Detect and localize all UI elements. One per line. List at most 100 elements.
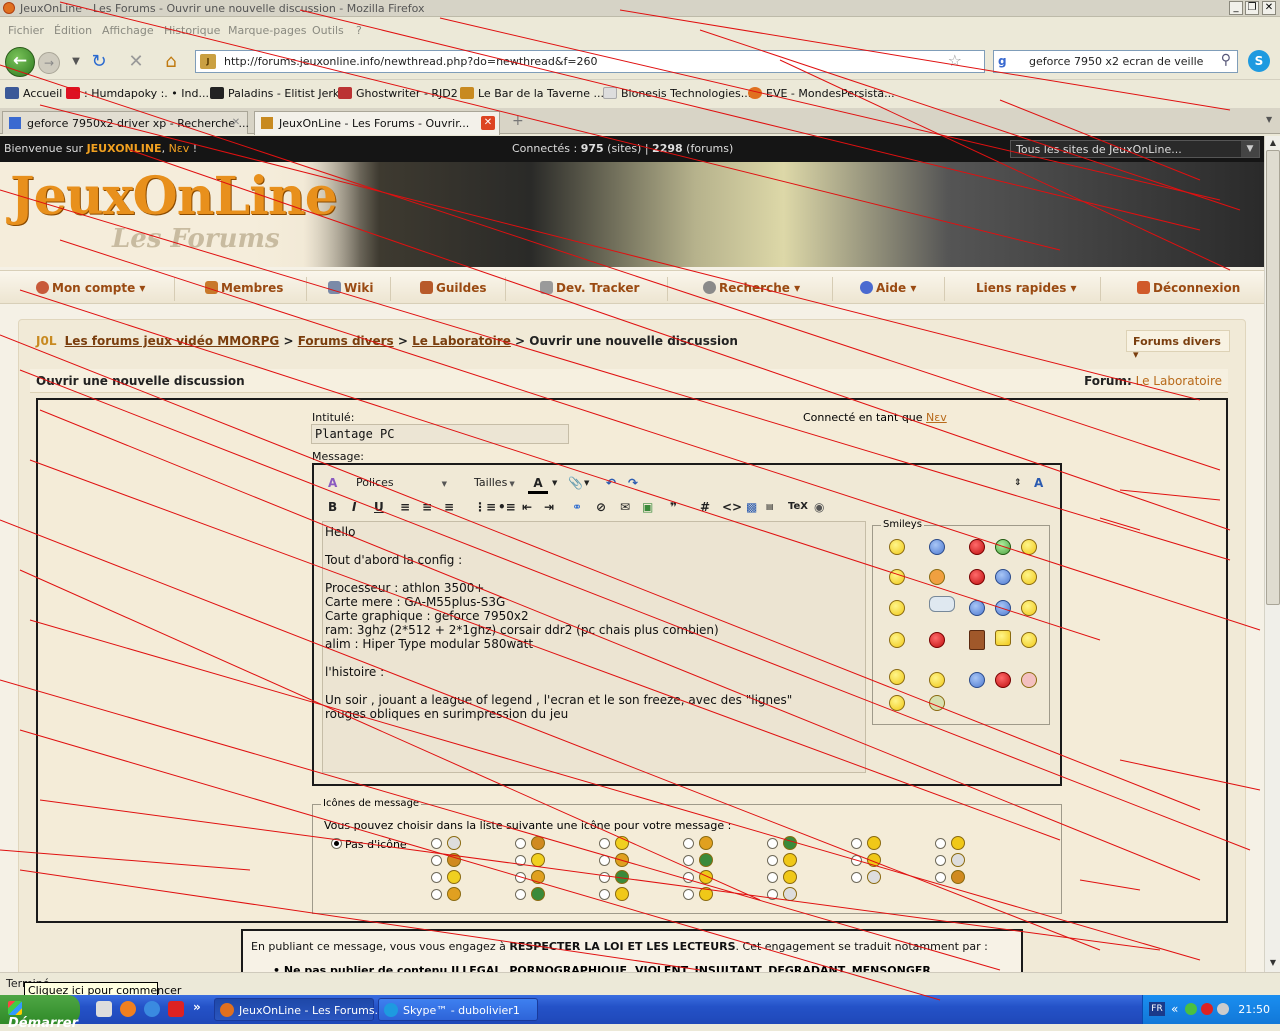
- php-code-icon[interactable]: ▩: [746, 499, 757, 515]
- bookmark-bar-taverne[interactable]: Le Bar de la Taverne ...: [460, 87, 604, 100]
- message-icon-radio[interactable]: [515, 872, 526, 883]
- language-indicator[interactable]: FR: [1149, 1002, 1165, 1016]
- tray-expand-icon[interactable]: «: [1171, 1002, 1178, 1016]
- insert-image-icon[interactable]: ▣: [642, 499, 653, 515]
- font-select[interactable]: Polices ▼: [354, 474, 464, 492]
- align-left-icon[interactable]: ≡: [400, 499, 410, 515]
- bookmark-star-icon[interactable]: ☆: [948, 51, 962, 70]
- chevron-down-icon[interactable]: ▼: [552, 475, 557, 491]
- smiley-think-icon[interactable]: [969, 672, 985, 688]
- smiley-sleep-icon[interactable]: [995, 600, 1011, 616]
- smiley-rolleyes-icon[interactable]: [995, 569, 1011, 585]
- smiley-happy-icon[interactable]: [929, 672, 945, 688]
- menu-historique[interactable]: Historique: [164, 24, 220, 37]
- breadcrumb-link-forums-divers[interactable]: Forums divers: [298, 334, 394, 348]
- message-icon-radio[interactable]: [431, 855, 442, 866]
- video-icon[interactable]: ◉: [814, 499, 824, 515]
- redo-icon[interactable]: ↷: [628, 475, 638, 491]
- smiley-mad-icon[interactable]: [969, 539, 985, 555]
- menu-liens-rapides[interactable]: Liens rapides ▾: [976, 281, 1077, 295]
- tab-google-search[interactable]: geforce 7950x2 driver xp - Recherche ...…: [2, 111, 249, 134]
- taskbar-skype[interactable]: Skype™ - dubolivier1: [378, 998, 538, 1021]
- jol-logo-text[interactable]: JEUXONLINE: [87, 142, 162, 155]
- tab-list-icon[interactable]: ▼: [1266, 115, 1272, 124]
- window-titlebar[interactable]: JeuxOnLine - Les Forums - Ouvrir une nou…: [0, 0, 1280, 17]
- message-icon-radio[interactable]: [431, 838, 442, 849]
- message-icon-radio[interactable]: [683, 855, 694, 866]
- menu-recherche[interactable]: Recherche ▾: [703, 281, 800, 295]
- bold-icon[interactable]: B: [328, 499, 337, 515]
- stop-icon[interactable]: ✕: [125, 51, 147, 73]
- minimize-button[interactable]: _: [1229, 1, 1243, 15]
- smiley-cry-icon[interactable]: [969, 600, 985, 616]
- sites-select[interactable]: Tous les sites de JeuxOnLine... ▼: [1010, 140, 1260, 158]
- home-icon[interactable]: ⌂: [160, 51, 182, 73]
- bookmark-accueil[interactable]: Accueil: [5, 87, 62, 100]
- no-icon-radio[interactable]: [331, 838, 342, 849]
- smiley-graduate-icon[interactable]: [995, 630, 1011, 646]
- underline-icon[interactable]: U: [374, 499, 384, 515]
- message-icon-radio[interactable]: [683, 872, 694, 883]
- message-icon-radio[interactable]: [767, 838, 778, 849]
- menu-fichier[interactable]: Fichier: [8, 24, 44, 37]
- message-icon-radio[interactable]: [935, 872, 946, 883]
- search-icon[interactable]: ⚲: [1221, 52, 1231, 68]
- smiley-sad-icon[interactable]: [929, 539, 945, 555]
- smiley-smile2-icon[interactable]: [1021, 632, 1037, 648]
- paperclip-icon[interactable]: 📎: [568, 475, 583, 491]
- switch-mode-icon[interactable]: A: [1034, 475, 1043, 491]
- scroll-thumb[interactable]: [1266, 150, 1280, 605]
- message-icon-radio[interactable]: [767, 872, 778, 883]
- close-tab-icon[interactable]: ✕: [481, 116, 495, 130]
- message-icon-radio[interactable]: [431, 872, 442, 883]
- forum-link[interactable]: Le Laboratoire: [1136, 374, 1222, 388]
- smiley-angel-icon[interactable]: [929, 596, 955, 612]
- align-center-icon[interactable]: ≡: [422, 499, 432, 515]
- smiley-eek-icon[interactable]: [889, 600, 905, 616]
- message-icon-radio[interactable]: [599, 838, 610, 849]
- chevron-down-icon[interactable]: ▼: [1241, 141, 1259, 157]
- smiley-icon[interactable]: [889, 539, 905, 555]
- search-input[interactable]: geforce 7950 x2 ecran de veille: [1029, 55, 1203, 68]
- menu-affichage[interactable]: Affichage: [102, 24, 154, 37]
- close-tab-icon[interactable]: ✕: [229, 116, 243, 130]
- bookmark-bionesis[interactable]: Bionesis Technologies...: [603, 87, 751, 100]
- address-bar[interactable]: J http://forums.jeuxonline.info/newthrea…: [195, 50, 985, 73]
- menu-wiki[interactable]: Wiki: [328, 281, 373, 295]
- back-arrow-icon[interactable]: ←: [5, 47, 35, 77]
- message-icon-radio[interactable]: [851, 855, 862, 866]
- bookmark-paladins[interactable]: Paladins - Elitist Jerks: [210, 87, 345, 100]
- indent-icon[interactable]: ⇥: [544, 499, 554, 515]
- message-textarea[interactable]: Hello Tout d'abord la config : Processeu…: [322, 521, 866, 773]
- search-box[interactable]: g geforce 7950 x2 ecran de veille ⚲: [993, 50, 1238, 73]
- reload-icon[interactable]: ↻: [88, 51, 110, 73]
- size-select[interactable]: Tailles ▼: [472, 474, 516, 492]
- quote-icon[interactable]: ❞: [670, 499, 677, 515]
- menu-marque-pages[interactable]: Marque-pages: [228, 24, 306, 37]
- message-icon-radio[interactable]: [515, 889, 526, 900]
- banner-logo[interactable]: JeuxOnLine: [10, 166, 338, 227]
- skype-icon[interactable]: S: [1248, 50, 1270, 72]
- italic-icon[interactable]: I: [352, 499, 356, 515]
- quicklaunch-vlc-icon[interactable]: [120, 1001, 136, 1017]
- title-input[interactable]: Plantage PC: [311, 424, 569, 444]
- unordered-list-icon[interactable]: •≡: [498, 499, 516, 515]
- message-icon-radio[interactable]: [599, 889, 610, 900]
- chevron-down-icon[interactable]: ▼: [584, 475, 589, 491]
- message-icon-radio[interactable]: [683, 838, 694, 849]
- message-icon-radio[interactable]: [935, 855, 946, 866]
- message-icon-radio[interactable]: [851, 872, 862, 883]
- menu-mon-compte[interactable]: Mon compte ▾: [36, 281, 145, 295]
- address-bar-url[interactable]: http://forums.jeuxonline.info/newthread.…: [224, 55, 598, 68]
- smiley-sick-icon[interactable]: [929, 695, 945, 711]
- jol-small-logo[interactable]: J0L: [36, 334, 56, 348]
- bookmark-eve[interactable]: EVE - MondesPersista...: [748, 87, 895, 100]
- tex-icon[interactable]: TeX: [788, 499, 808, 515]
- forward-arrow-icon[interactable]: →: [38, 52, 60, 74]
- tray-volume-icon[interactable]: [1217, 1003, 1229, 1015]
- menu-membres[interactable]: Membres: [205, 281, 283, 295]
- welcome-username[interactable]: Nεv: [169, 142, 190, 155]
- forums-divers-dropdown[interactable]: Forums divers ▾: [1126, 330, 1230, 361]
- text-color-icon[interactable]: A: [528, 475, 548, 494]
- start-button[interactable]: Démarrer: [0, 995, 80, 1031]
